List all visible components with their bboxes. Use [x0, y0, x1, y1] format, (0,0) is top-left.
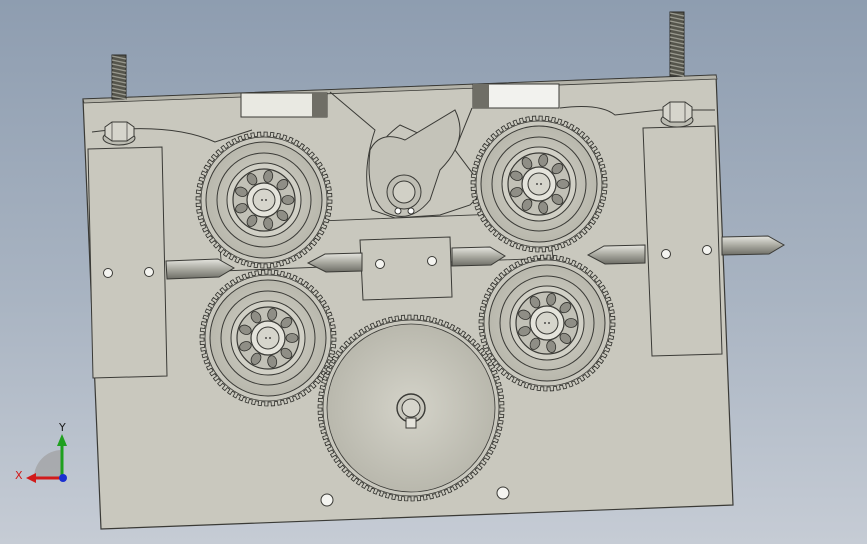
slot-left-shadow [312, 93, 327, 117]
rail-hole [103, 268, 113, 278]
hex-nut-right [660, 101, 694, 128]
triad-x-label: X [15, 469, 23, 482]
threaded-rod-right [669, 11, 685, 77]
side-rail-left [87, 146, 168, 379]
roller-gear-top-right [470, 115, 608, 253]
roller-gear-bottom-left [199, 269, 337, 407]
orientation-triad: X Y [15, 421, 67, 483]
base-hole [320, 493, 334, 507]
rail-hole [661, 249, 671, 259]
shaft-right-outer [721, 235, 785, 256]
roller-gear-top-left [195, 131, 333, 269]
triad-y-arrow [57, 434, 67, 446]
center-block [359, 236, 453, 301]
roller-gear-bottom-right [478, 254, 616, 392]
cad-model-view[interactable] [0, 0, 867, 544]
rail-hole [702, 245, 712, 255]
triad-y-label: Y [58, 421, 66, 434]
triad-floor-quadrant [34, 450, 62, 478]
graphics-viewport[interactable]: X Y [0, 0, 867, 544]
threaded-rod-left [111, 54, 127, 100]
triad-z-axis [59, 474, 67, 482]
side-rail-right [642, 125, 723, 357]
base-hole [496, 486, 510, 500]
slot-right-shadow [473, 84, 489, 108]
hex-nut-left [102, 121, 136, 146]
rail-hole [144, 267, 154, 277]
triad-x-arrow [26, 473, 36, 483]
